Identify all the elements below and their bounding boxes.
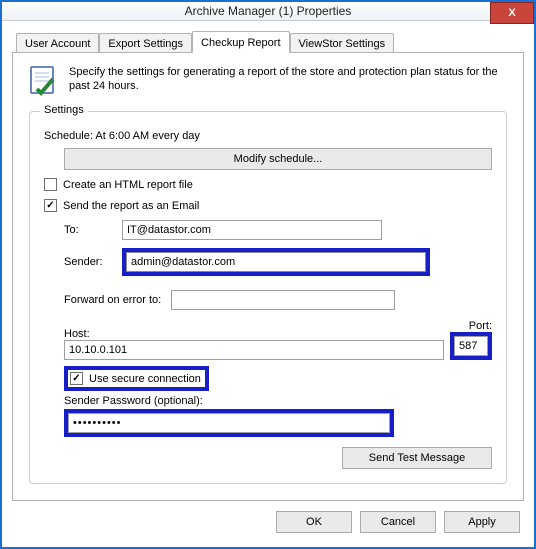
sender-label: Sender: (64, 256, 116, 268)
titlebar: Archive Manager (1) Properties X (2, 2, 534, 21)
tab-label: Checkup Report (201, 37, 281, 49)
settings-group: Settings Schedule: At 6:00 AM every day … (29, 111, 507, 484)
forward-label: Forward on error to: (64, 294, 161, 306)
tab-checkup-report[interactable]: Checkup Report (192, 31, 290, 53)
host-input[interactable] (64, 340, 444, 360)
tab-label: Export Settings (108, 38, 183, 50)
button-label: Cancel (381, 516, 415, 528)
send-test-button[interactable]: Send Test Message (342, 447, 492, 469)
tab-panel-checkup-report: Specify the settings for generating a re… (12, 52, 524, 501)
secure-connection-label: Use secure connection (89, 373, 201, 385)
port-label: Port: (450, 320, 492, 332)
forward-input[interactable] (171, 290, 395, 310)
send-email-checkbox[interactable] (44, 199, 57, 212)
dialog-body: User Account Export Settings Checkup Rep… (2, 21, 534, 501)
apply-button[interactable]: Apply (444, 511, 520, 533)
to-input[interactable] (122, 220, 382, 240)
schedule-label: Schedule: At 6:00 AM every day (44, 130, 492, 142)
send-email-label: Send the report as an Email (63, 200, 199, 212)
email-settings: To: Sender: Forward on error to: (64, 220, 492, 469)
close-button[interactable]: X (490, 2, 534, 24)
button-label: Apply (468, 516, 496, 528)
create-html-checkbox[interactable] (44, 178, 57, 191)
window-title: Archive Manager (1) Properties (2, 4, 534, 18)
secure-connection-checkbox[interactable] (70, 372, 83, 385)
ok-button[interactable]: OK (276, 511, 352, 533)
settings-legend: Settings (40, 104, 88, 116)
tab-label: ViewStor Settings (299, 38, 386, 50)
sender-password-input[interactable] (68, 413, 390, 433)
cancel-button[interactable]: Cancel (360, 511, 436, 533)
intro-text: Specify the settings for generating a re… (69, 65, 509, 97)
to-label: To: (64, 224, 116, 236)
close-icon: X (508, 7, 515, 19)
report-icon (27, 65, 59, 97)
port-input[interactable] (454, 336, 488, 356)
dialog-footer: OK Cancel Apply (2, 501, 534, 547)
tab-label: User Account (25, 38, 90, 50)
button-label: Send Test Message (369, 452, 465, 464)
tabstrip: User Account Export Settings Checkup Rep… (12, 31, 524, 53)
host-label: Host: (64, 328, 444, 340)
password-label: Sender Password (optional): (64, 395, 492, 407)
intro-row: Specify the settings for generating a re… (27, 65, 509, 97)
properties-dialog: Archive Manager (1) Properties X User Ac… (0, 0, 536, 549)
button-label: OK (306, 516, 322, 528)
modify-schedule-button[interactable]: Modify schedule... (64, 148, 492, 170)
button-label: Modify schedule... (234, 153, 323, 165)
create-html-label: Create an HTML report file (63, 179, 193, 191)
sender-input[interactable] (126, 252, 426, 272)
